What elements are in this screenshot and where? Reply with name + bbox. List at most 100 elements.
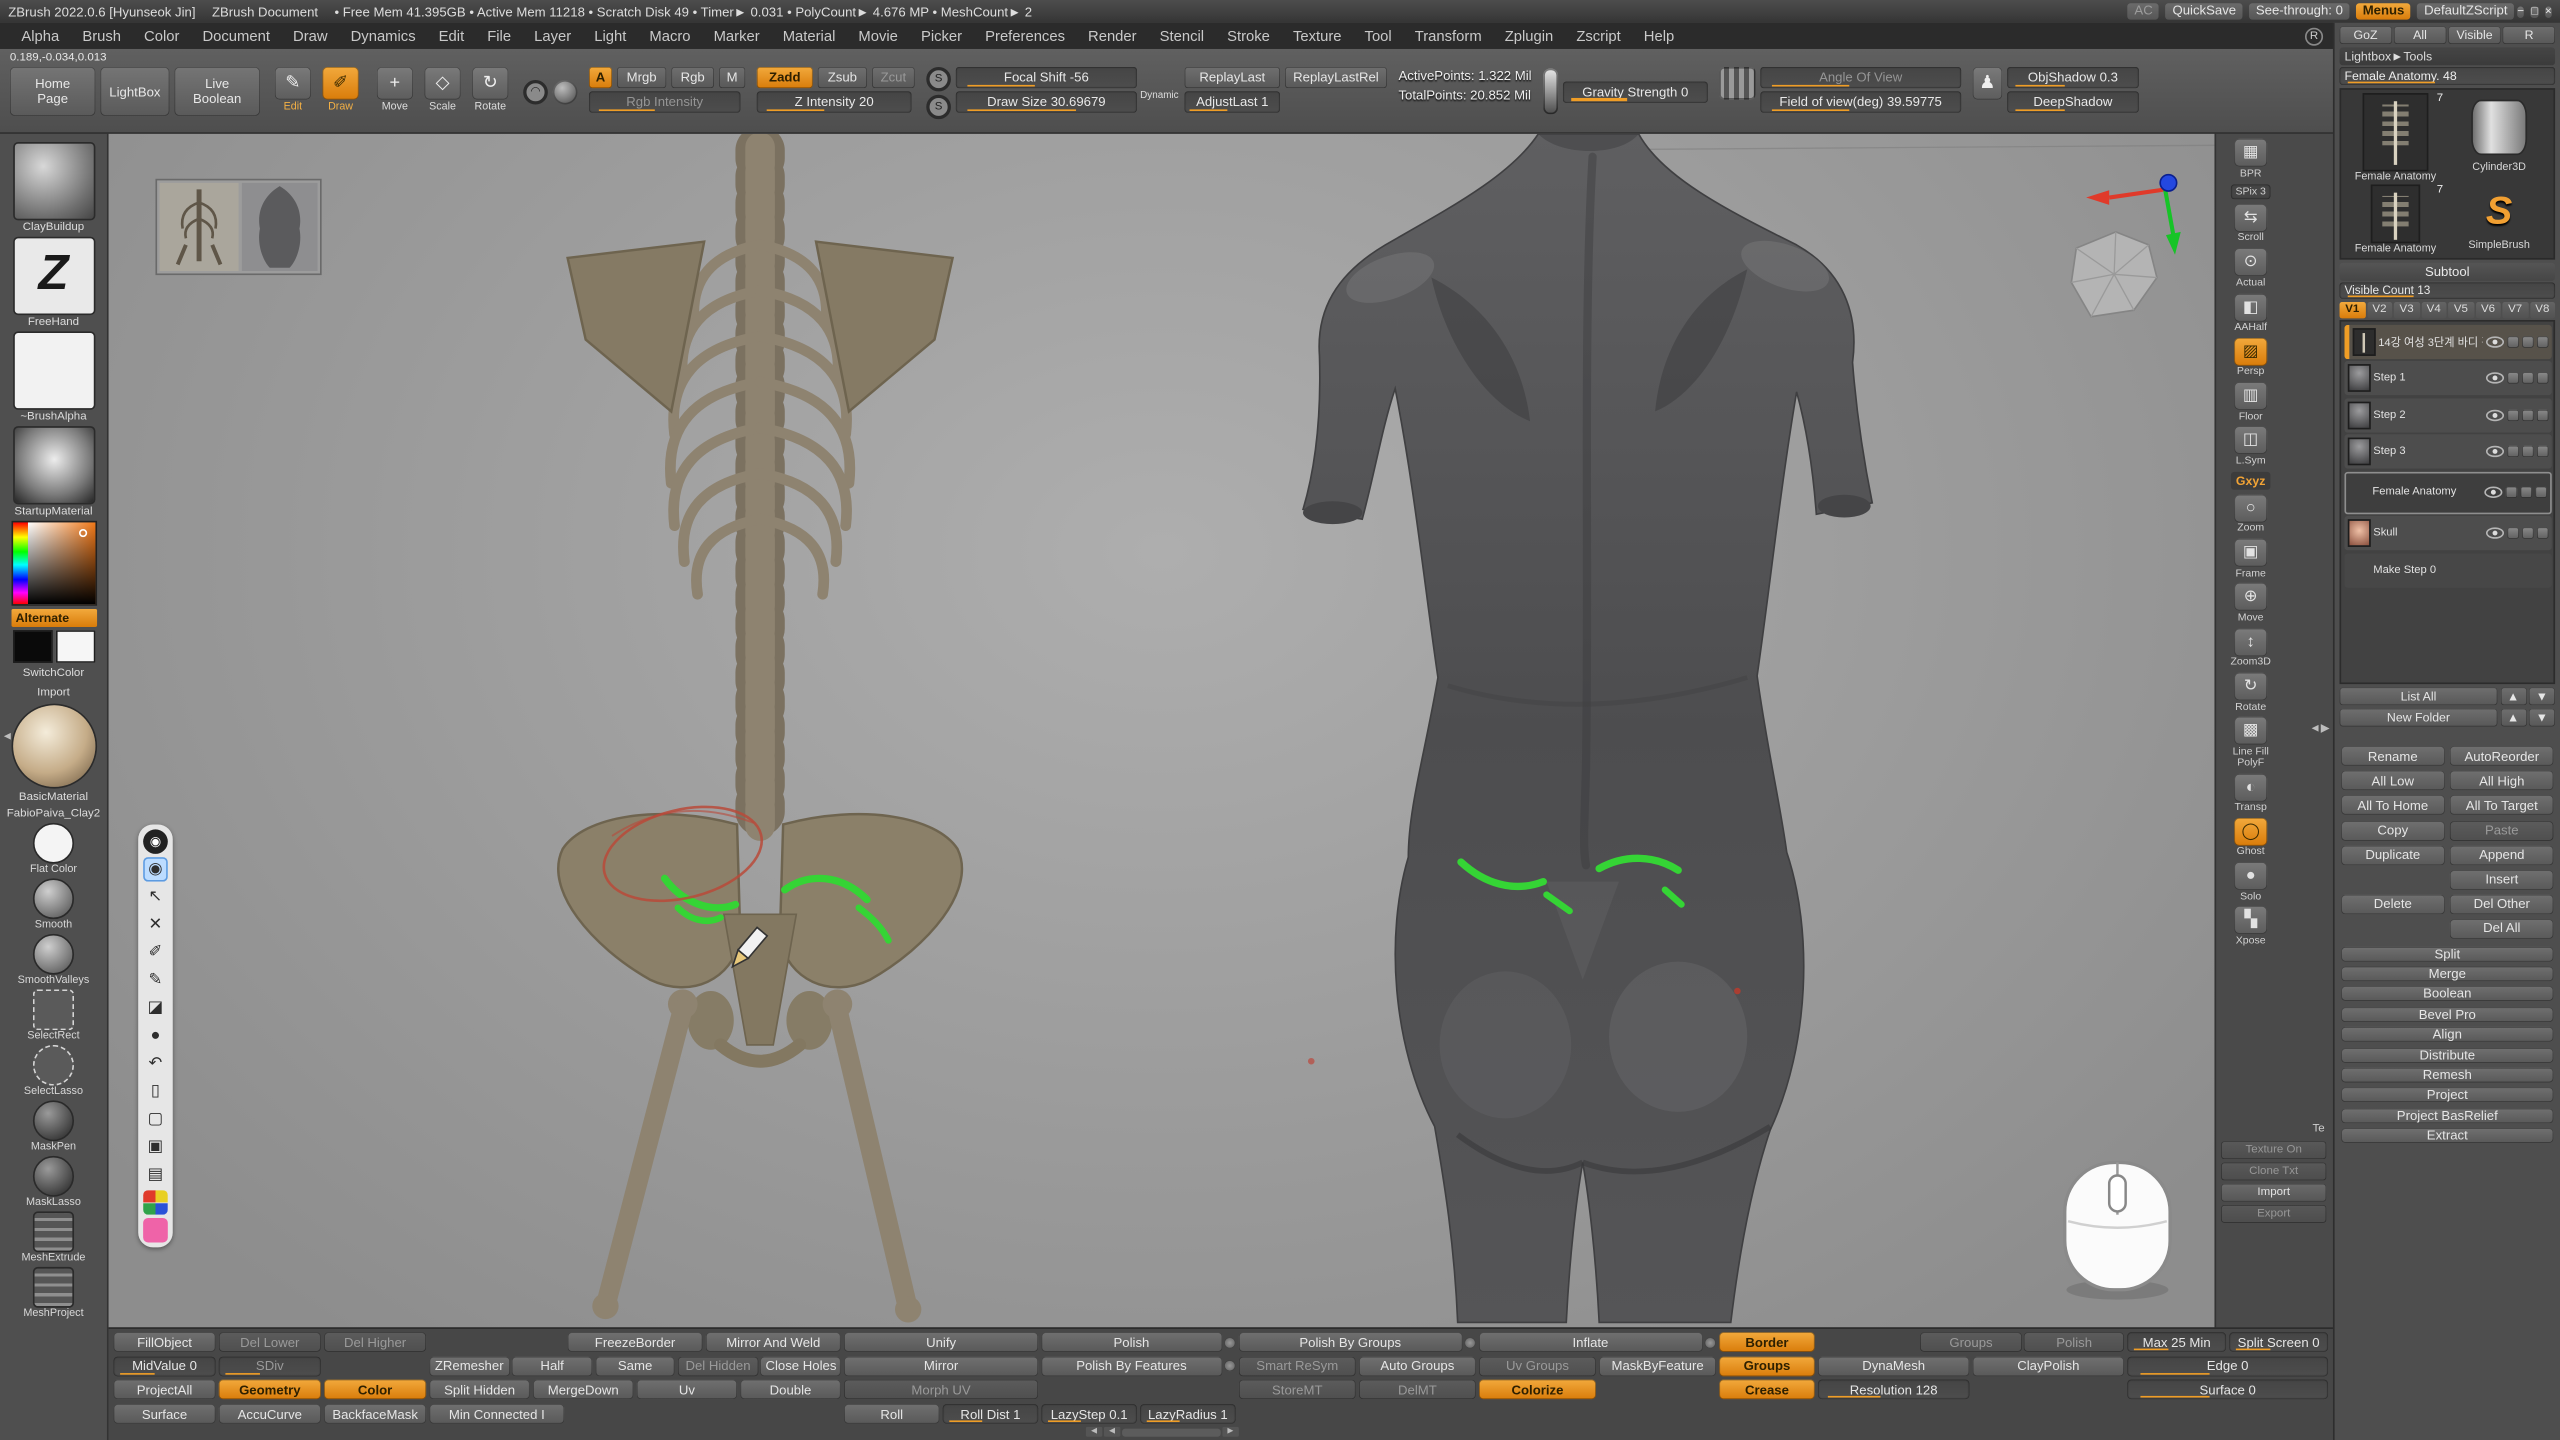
annotation-tool-icon[interactable]: ● [143,1024,168,1048]
picker-thumbnail[interactable]: Z [12,237,94,315]
quick-brush-thumbnail[interactable] [33,1156,74,1197]
current-material-ball[interactable] [12,705,94,787]
tray-button[interactable]: Morph UV [844,1380,1039,1400]
menu-item[interactable]: Picker [909,28,973,44]
dynamic-label[interactable]: Dynamic [1140,91,1173,102]
menu-item[interactable]: Alpha [10,28,71,44]
import-button[interactable]: Import [37,686,70,702]
subtool-version-tab[interactable]: V8 [2530,301,2556,317]
tray-button[interactable]: MergeDown [533,1380,634,1400]
menu-item[interactable]: Texture [1281,28,1353,44]
skeleton-tool-thumbnail[interactable] [2363,92,2429,170]
shelf-picker[interactable]: ~BrushAlpha [12,331,94,422]
right-shelf-button[interactable]: ◫ L.Sym [2234,427,2267,467]
quick-brush[interactable]: MeshExtrude [21,1211,85,1263]
current-tool-slider[interactable]: Female Anatomy. 48 [2340,67,2556,85]
zcut-button[interactable]: Zcut [872,67,915,88]
tray-button[interactable]: Extract [2341,1128,2554,1143]
annotation-tool-icon[interactable] [143,1218,168,1242]
tray-button[interactable]: Split [2341,946,2554,961]
tray-button[interactable]: Copy [2341,821,2445,841]
draw-button[interactable]: ✐ Draw [319,67,362,113]
tray-button[interactable]: Auto Groups [1359,1357,1476,1377]
pen-icon[interactable] [2536,409,2548,420]
tool-thumb-cell[interactable]: 7 Female Anatomy [2344,184,2446,254]
tray-button[interactable]: Geometry [218,1380,321,1400]
right-shelf-button[interactable]: Gxyz [2231,471,2270,490]
tray-button[interactable]: Max 25 Min [2127,1333,2226,1353]
uv-icon[interactable] [2521,409,2533,420]
tray-button[interactable]: Surface 0 [2127,1380,2328,1400]
scroll-left2-icon[interactable]: ◄ [1104,1427,1120,1437]
menu-item[interactable]: Edit [427,28,476,44]
menu-item[interactable]: Transform [1403,28,1493,44]
quick-brush-thumbnail[interactable] [33,878,74,919]
annotation-tool-icon[interactable]: ↖ [143,885,168,909]
uv-icon[interactable] [2520,487,2532,498]
folder-down-button[interactable]: ▼ [2529,708,2555,726]
right-shelf-button[interactable]: ▩ Line Fill PolyF [2233,717,2269,768]
window-control-button[interactable]: − [2517,6,2524,17]
tray-button[interactable]: Rename [2341,747,2445,767]
subtool-row[interactable]: Skull [2344,516,2551,550]
live-boolean-button[interactable]: Live Boolean [174,67,260,116]
lightbox-button[interactable]: LightBox [100,67,169,116]
saturation-value-square[interactable] [27,522,94,604]
tray-button[interactable]: Append [2450,845,2554,865]
quick-brush[interactable]: Smooth [33,878,74,930]
tray-button[interactable]: Polish [2024,1333,2124,1353]
quicksave-button[interactable]: QuickSave [2166,3,2243,19]
quick-brush[interactable]: SmoothValleys [18,934,90,986]
tray-button[interactable]: Remesh [2341,1068,2554,1083]
document-thumbnails[interactable] [156,180,321,275]
tray-button[interactable]: Groups [1719,1357,1815,1377]
zscript-button[interactable]: DefaultZScript [2418,3,2515,19]
restore-config-button[interactable]: R [2305,27,2323,45]
menu-item[interactable]: Draw [281,28,339,44]
subtool-down-button[interactable]: ▼ [2529,687,2555,705]
annotation-tool-icon[interactable]: ▯ [143,1079,168,1103]
menu-item[interactable]: Light [583,28,638,44]
tray-button[interactable]: Colorize [1479,1380,1596,1400]
annotation-tool-icon[interactable]: ✕ [143,913,168,937]
seethrough-slider[interactable]: See-through: 0 [2249,3,2349,19]
annotation-tool-icon[interactable]: ↶ [143,1051,168,1075]
tray-button[interactable]: Del Lower [218,1333,321,1353]
z-intensity-slider[interactable]: Z Intensity 20 [757,91,912,112]
tray-button[interactable]: DelMT [1359,1380,1476,1400]
visibility-eye-icon[interactable] [2483,487,2501,498]
menu-item[interactable]: Render [1077,28,1149,44]
picker-thumbnail[interactable] [12,142,94,220]
menu-item[interactable]: Macro [638,28,702,44]
right-shelf-button[interactable]: ⊕ Move [2234,584,2267,624]
female-body-model[interactable] [1303,134,1872,1323]
right-shelf-button[interactable]: ↻ Rotate [2234,673,2267,713]
zsub-button[interactable]: Zsub [818,67,867,88]
folder-up-button[interactable]: ▲ [2500,708,2526,726]
tray-button[interactable]: Groups [1921,1333,2021,1353]
tray-button[interactable]: BackfaceMask [324,1404,427,1424]
scale-button[interactable]: ◇ Scale [421,67,464,113]
main-color-swatch[interactable] [12,630,51,663]
tray-button[interactable]: Mirror [844,1357,1039,1377]
right-shelf-button[interactable]: ▣ Frame [2234,539,2267,579]
tray-button[interactable]: All To Home [2341,796,2445,816]
right-panel-grip[interactable]: ◄▶ [2309,722,2329,735]
right-shelf-button[interactable]: ⊙ Actual [2234,249,2267,289]
subtool-row[interactable]: 14강 여성 3단계 바디 각상 - [전완... [2344,324,2551,358]
visibility-eye-icon[interactable] [2485,527,2503,538]
tool-thumb-cell[interactable]: S SimpleBrush [2448,184,2550,254]
edit-button[interactable]: ✎ Edit [271,67,314,113]
pen-icon[interactable] [2536,527,2548,538]
tray-button[interactable]: Same [595,1357,675,1377]
tray-button[interactable]: Duplicate [2341,845,2445,865]
picker-thumbnail[interactable] [12,331,94,409]
skeleton-model[interactable] [558,147,962,1323]
list-all-button[interactable]: List All [2340,687,2498,705]
tray-button[interactable]: Split Screen 0 [2229,1333,2328,1353]
menu-item[interactable]: Marker [702,28,771,44]
tray-button[interactable]: FreezeBorder [567,1333,703,1353]
uv-icon[interactable] [2521,527,2533,538]
subtool-row[interactable]: Make Step 0 [2344,553,2551,587]
tray-button[interactable]: Polish [1041,1333,1222,1353]
